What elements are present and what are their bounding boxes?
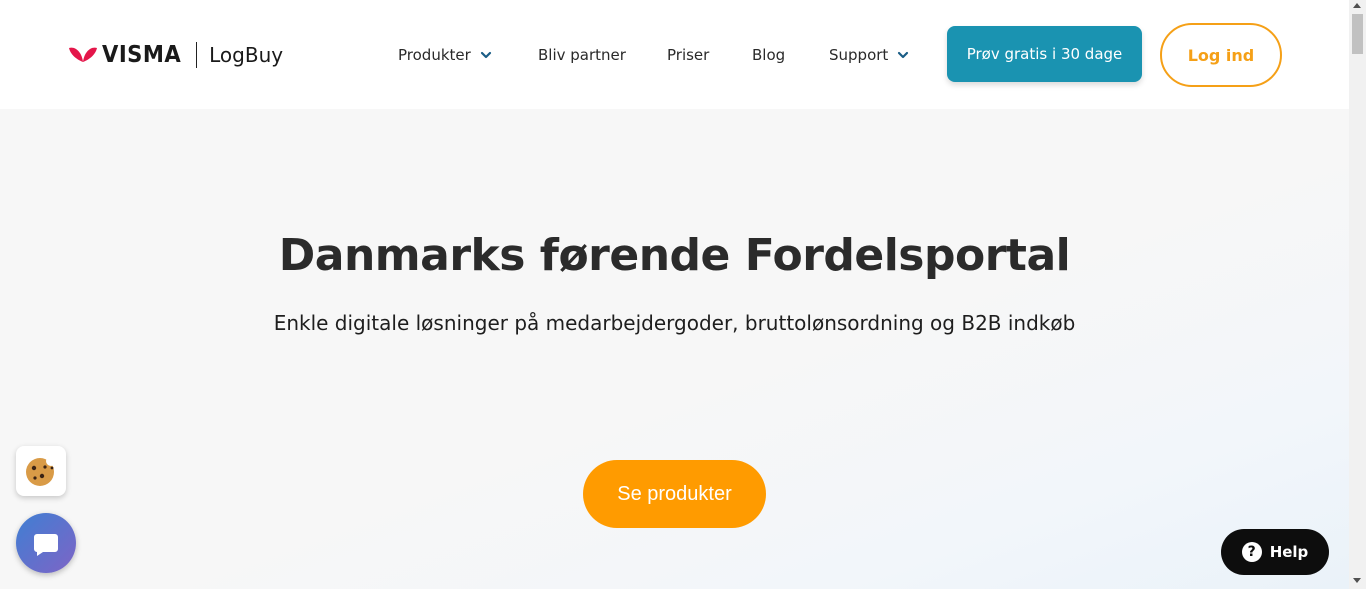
- nav-item-priser[interactable]: Priser: [667, 46, 709, 64]
- question-circle-icon: ?: [1241, 542, 1262, 562]
- nav-item-blog[interactable]: Blog: [752, 46, 785, 64]
- site-header: VISMA LogBuy Produkter Bliv partner Pris…: [0, 0, 1349, 109]
- help-button[interactable]: ? Help: [1221, 529, 1329, 575]
- hero-title: Danmarks førende Fordelsportal: [278, 230, 1071, 281]
- cookie-icon: [26, 456, 56, 486]
- hero-section: Danmarks førende Fordelsportal Enkle dig…: [0, 109, 1349, 589]
- free-trial-button[interactable]: Prøv gratis i 30 dage: [947, 26, 1142, 82]
- scroll-thumb[interactable]: [1352, 14, 1363, 54]
- cookie-settings-button[interactable]: [16, 446, 66, 496]
- help-label: Help: [1269, 543, 1309, 561]
- hero-subtitle: Enkle digitale løsninger på medarbejderg…: [273, 311, 1076, 335]
- chat-bubble-icon: [34, 534, 58, 556]
- chevron-down-icon: [480, 51, 491, 59]
- login-button[interactable]: Log ind: [1160, 23, 1282, 87]
- chat-launcher-button[interactable]: [16, 513, 76, 573]
- scroll-up-arrow-icon[interactable]: [1353, 3, 1361, 8]
- scroll-down-arrow-icon[interactable]: [1353, 578, 1361, 583]
- nav-item-label: Priser: [667, 46, 710, 64]
- chevron-down-icon: [898, 51, 909, 59]
- nav-item-label: Support: [829, 46, 889, 64]
- nav-item-support[interactable]: Support: [829, 46, 910, 64]
- main-nav: Produkter Bliv partner Priser Blog Suppo…: [0, 44, 1349, 66]
- nav-item-label: Blog: [752, 46, 786, 64]
- nav-item-produkter[interactable]: Produkter: [398, 46, 493, 64]
- nav-item-bliv-partner[interactable]: Bliv partner: [538, 46, 626, 64]
- vertical-scrollbar[interactable]: [1349, 0, 1366, 589]
- nav-item-label: Bliv partner: [538, 46, 626, 64]
- nav-item-label: Produkter: [398, 46, 471, 64]
- see-products-button[interactable]: Se produkter: [583, 460, 766, 528]
